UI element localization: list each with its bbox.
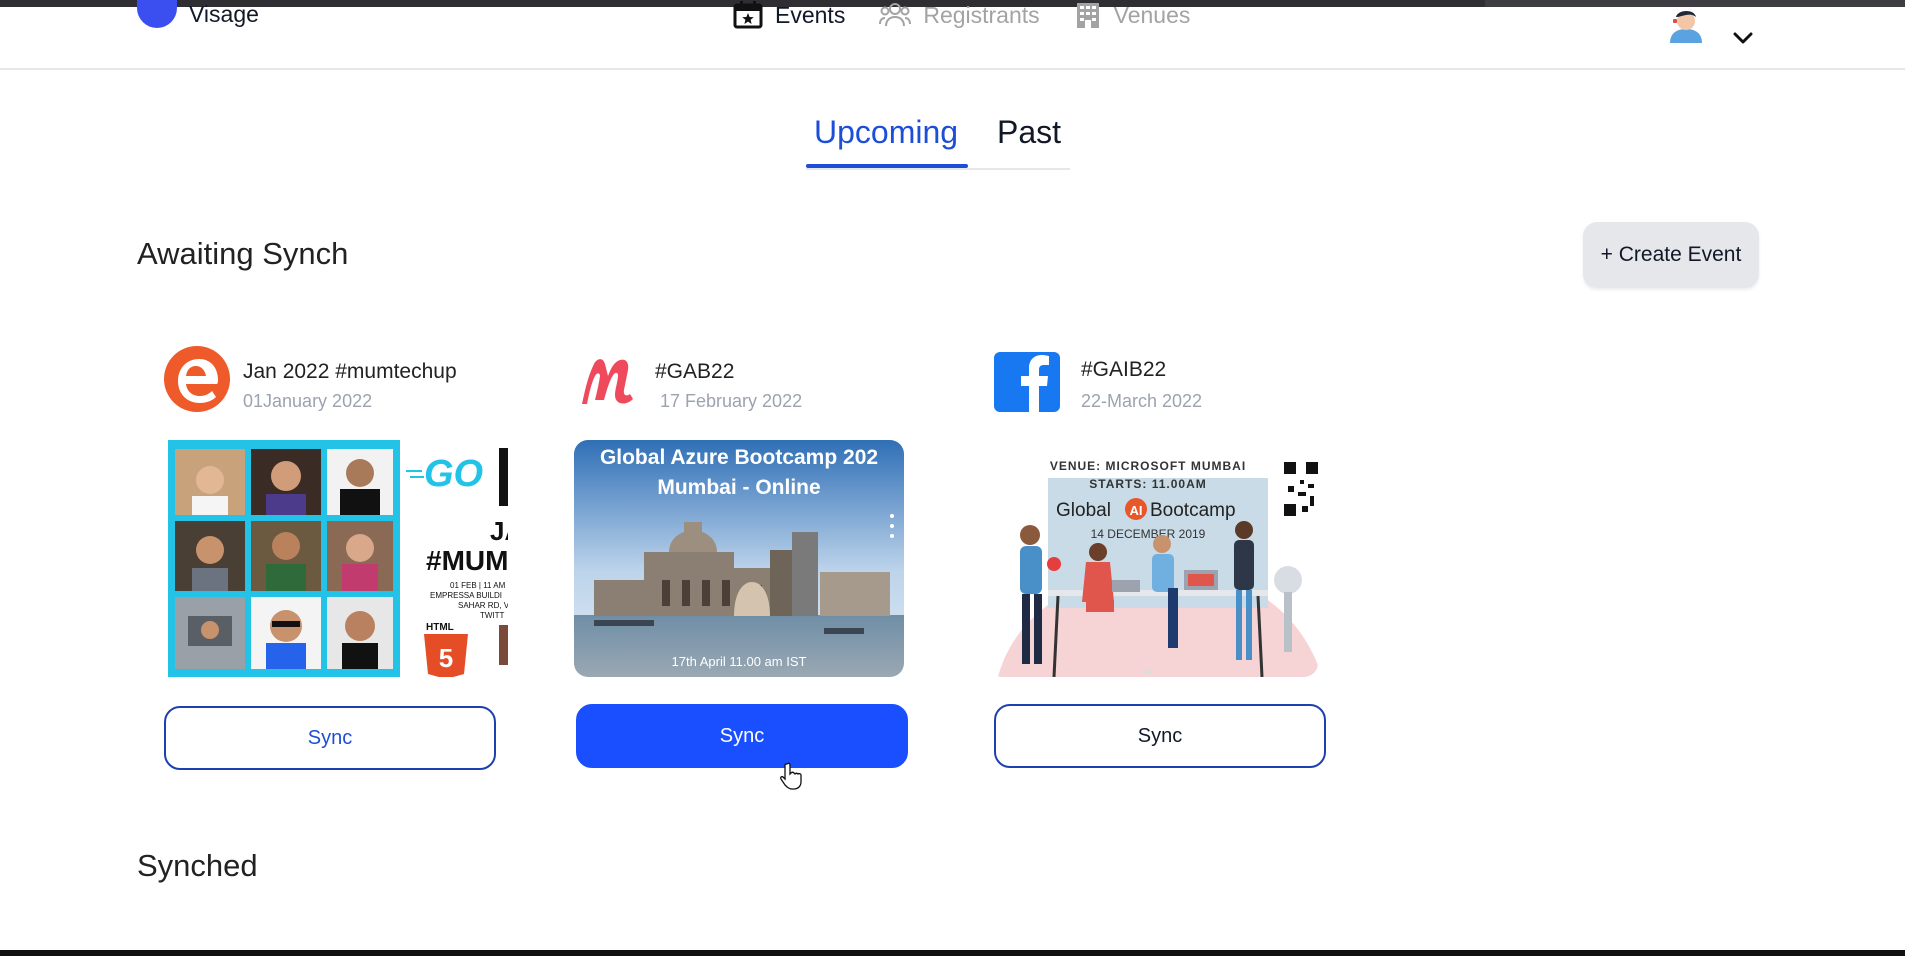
nav-item-venues[interactable]: Venues	[1074, 1, 1191, 29]
poster-brand-ai: AI	[1130, 503, 1143, 518]
event-card: #GAIB22 22-March 2022 VENUE: MICROSOFT M…	[988, 346, 1328, 776]
event-date: 01January 2022	[243, 391, 373, 411]
poster-line2: #MUM	[426, 545, 508, 576]
poster-title-line2: Mumbai - Online	[657, 476, 820, 499]
poster-small2: EMPRESSA BUILDI	[430, 591, 502, 600]
nav-label-venues: Venues	[1113, 1, 1191, 28]
poster-footer: 17th April 11.00 am IST	[672, 654, 807, 669]
top-navbar: Visage Events Registrants Venues	[0, 0, 1905, 70]
tab-upcoming[interactable]: Upcoming	[814, 114, 958, 151]
html5-number: 5	[439, 643, 453, 673]
event-name: Jan 2022 #mumtechup	[243, 360, 457, 383]
event-tabs: Upcoming Past	[806, 112, 1070, 170]
event-poster-image: GO JAN #MUM 01 FEB | 11 AM EMPRESSA BUIL…	[168, 440, 508, 677]
poster-small3: SAHAR RD, V	[458, 601, 508, 610]
eventbrite-icon	[164, 346, 230, 412]
go-logo-text: GO	[424, 453, 483, 495]
poster-venue: VENUE: MICROSOFT MUMBAI	[1050, 459, 1246, 473]
nav-item-registrants[interactable]: Registrants	[879, 1, 1040, 29]
event-date: 22-March 2022	[1081, 391, 1203, 411]
building-icon	[1076, 3, 1099, 28]
active-tab-indicator	[806, 164, 968, 168]
users-icon	[879, 3, 912, 27]
event-date: 17 February 2022	[660, 391, 803, 411]
event-name: #GAIB22	[1081, 358, 1167, 381]
event-card: Jan 2022 #mumtechup 01January 2022 GO J …	[164, 346, 508, 776]
nav-label-events: Events	[775, 1, 846, 28]
poster-brand-global: Global	[1056, 500, 1111, 521]
event-thumbnail[interactable]: VENUE: MICROSOFT MUMBAI STARTS: 11.00AM …	[988, 440, 1318, 677]
poster-starts: STARTS: 11.00AM	[1089, 477, 1206, 491]
window-bottom-bar	[0, 950, 1905, 956]
poster-small1: 01 FEB | 11 AM	[450, 581, 506, 590]
hand-pointer-icon	[780, 762, 802, 790]
sync-button[interactable]: Sync	[994, 704, 1326, 768]
tab-past[interactable]: Past	[997, 114, 1061, 151]
poster-small4: TWITT	[480, 611, 505, 620]
app-logo[interactable]: Visage	[137, 0, 259, 28]
meetup-icon	[582, 359, 633, 404]
poster-date: 14 DECEMBER 2019	[1091, 527, 1206, 541]
sync-button[interactable]: Sync	[164, 706, 496, 770]
facebook-icon	[994, 352, 1060, 412]
sync-button[interactable]: Sync	[576, 704, 908, 768]
poster-title-line1: Global Azure Bootcamp 202	[600, 446, 878, 469]
user-avatar[interactable]	[1667, 7, 1705, 43]
app-name: Visage	[189, 0, 259, 27]
nav-label-registrants: Registrants	[923, 1, 1040, 28]
event-name: #GAB22	[655, 360, 735, 383]
section-title-synched: Synched	[137, 848, 258, 883]
event-poster-image: VENUE: MICROSOFT MUMBAI STARTS: 11.00AM …	[988, 440, 1318, 677]
create-event-button[interactable]: + Create Event	[1583, 222, 1759, 288]
event-poster-image: Global Azure Bootcamp 202 Mumbai - Onlin…	[574, 440, 904, 677]
event-thumbnail[interactable]: GO JAN #MUM 01 FEB | 11 AM EMPRESSA BUIL…	[168, 440, 508, 677]
poster-brand-bootcamp: Bootcamp	[1150, 500, 1236, 521]
chevron-down-icon[interactable]	[1733, 31, 1753, 45]
event-thumbnail[interactable]: Global Azure Bootcamp 202 Mumbai - Onlin…	[574, 440, 904, 677]
window-top-strip-light	[1485, 0, 1905, 7]
section-title-awaiting: Awaiting Synch	[137, 236, 349, 271]
poster-line1: JAN	[490, 516, 508, 546]
calendar-star-icon	[733, 1, 763, 29]
logo-mark	[137, 0, 177, 28]
nav-item-events[interactable]: Events	[733, 1, 845, 29]
main-nav: Events Registrants Venues	[733, 1, 1190, 29]
event-card: #GAB22 17 February 2022 Global Azure Boo…	[574, 346, 910, 776]
html5-label: HTML	[426, 622, 454, 633]
